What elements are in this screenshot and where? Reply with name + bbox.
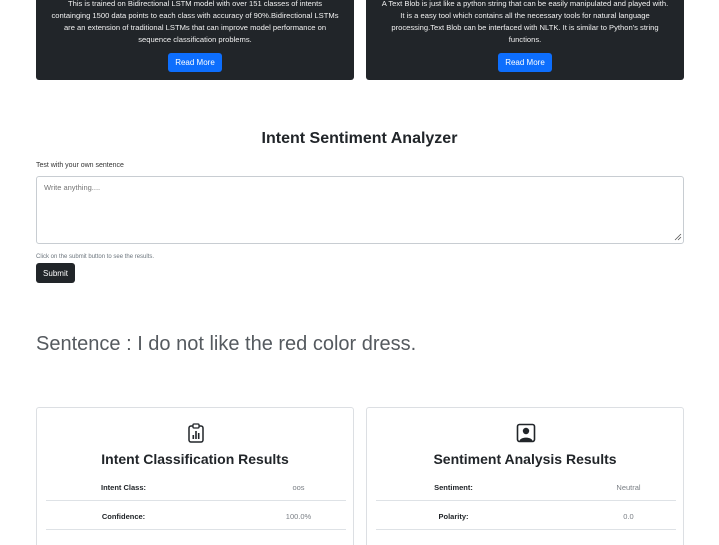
intent-class-label: Intent Class:: [100, 483, 146, 492]
page: This is trained on Bidirectional LSTM mo…: [0, 0, 719, 545]
textblob-info-text: A Text Blob is just like a python string…: [381, 0, 669, 44]
table-row: Intent Class: oos: [46, 472, 346, 501]
submit-hint: Click on the submit button to see the re…: [36, 254, 155, 260]
textblob-read-more-button[interactable]: Read More: [498, 53, 552, 72]
sentiment-results-title: Sentiment Analysis Results: [433, 451, 617, 467]
textblob-info-card: A Text Blob is just like a python string…: [366, 0, 684, 80]
lstm-read-more-button[interactable]: Read More: [168, 53, 222, 72]
person-square-icon: [516, 423, 536, 443]
clipboard-data-icon: [188, 423, 204, 443]
sentence-prefix: Sentence :: [36, 333, 138, 355]
sentence-value: I do not like the red color dress.: [137, 333, 417, 355]
intent-results-card: Intent Classification Results Intent Cla…: [36, 407, 354, 545]
intent-class-value: oos: [292, 483, 305, 492]
sentiment-value: Neutral: [616, 483, 641, 492]
sentence-input[interactable]: [36, 176, 684, 244]
confidence-label: Confidence:: [101, 512, 146, 521]
sentence-input-label: Test with your own sentence: [36, 162, 124, 169]
lstm-info-text: This is trained on Bidirectional LSTM mo…: [51, 0, 339, 44]
sentence-display: Sentence : I do not like the red color d…: [36, 333, 416, 356]
table-row: Confidence: 100.0%: [46, 501, 346, 530]
confidence-value: 100.0%: [285, 512, 312, 521]
lstm-info-card: This is trained on Bidirectional LSTM mo…: [36, 0, 354, 80]
sentiment-label: Sentiment:: [434, 483, 473, 492]
intent-results-title: Intent Classification Results: [101, 451, 289, 467]
analyzer-title: Intent Sentiment Analyzer: [261, 130, 458, 147]
table-row: Polarity: 0.0: [376, 501, 676, 530]
polarity-label: Polarity:: [438, 512, 469, 521]
resize-handle-icon[interactable]: [674, 233, 682, 241]
submit-button[interactable]: Submit: [36, 263, 75, 283]
polarity-value: 0.0: [623, 512, 634, 521]
sentiment-results-card: Sentiment Analysis Results Sentiment: Ne…: [366, 407, 684, 545]
table-row: Sentiment: Neutral: [376, 472, 676, 501]
